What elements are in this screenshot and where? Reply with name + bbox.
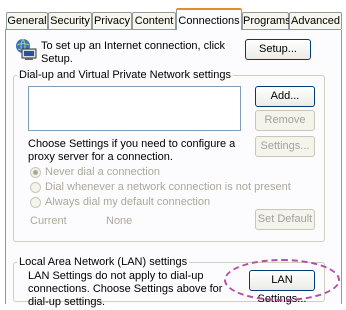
tab-privacy[interactable]: Privacy [92,12,132,29]
set-default-button[interactable]: Set Default [255,209,315,230]
internet-options-dialog: General Security Privacy Content Connect… [0,0,346,310]
tab-advanced[interactable]: Advanced [289,12,342,29]
settings-button[interactable]: Settings... [255,136,315,157]
setup-button[interactable]: Setup... [245,39,311,60]
never-dial-label: Never dial a connection [45,166,160,178]
globe-computer-icon [16,38,37,60]
tab-programs[interactable]: Programs [242,12,291,29]
tab-general[interactable]: General [6,12,48,29]
add-button[interactable]: Add... [255,86,315,107]
radio-dial-whenever[interactable] [30,182,41,193]
radio-always-dial[interactable] [30,197,41,208]
tab-connections[interactable]: Connections [176,8,242,30]
radio-never-dial[interactable] [30,167,41,178]
radio-selected-dot [33,170,38,175]
tab-strip: General Security Privacy Content Connect… [6,8,342,30]
lan-description: LAN Settings do not apply to dial-up con… [28,270,223,308]
remove-button[interactable]: Remove [255,110,315,131]
setup-description: To set up an Internet connection, click … [41,40,226,65]
lan-group-label: Local Area Network (LAN) settings [17,256,190,269]
proxy-settings-text: Choose Settings if you need to configure… [28,138,236,163]
current-label: Current [30,215,67,227]
dial-whenever-label: Dial whenever a network connection is no… [45,181,291,193]
connections-list[interactable] [28,86,241,131]
tab-content[interactable]: Content [132,12,176,29]
tab-security[interactable]: Security [48,12,92,29]
current-value: None [106,215,133,227]
dialup-group-label: Dial-up and Virtual Private Network sett… [17,69,233,82]
always-dial-label: Always dial my default connection [45,196,211,208]
dashed-highlight-ellipse [224,259,340,301]
